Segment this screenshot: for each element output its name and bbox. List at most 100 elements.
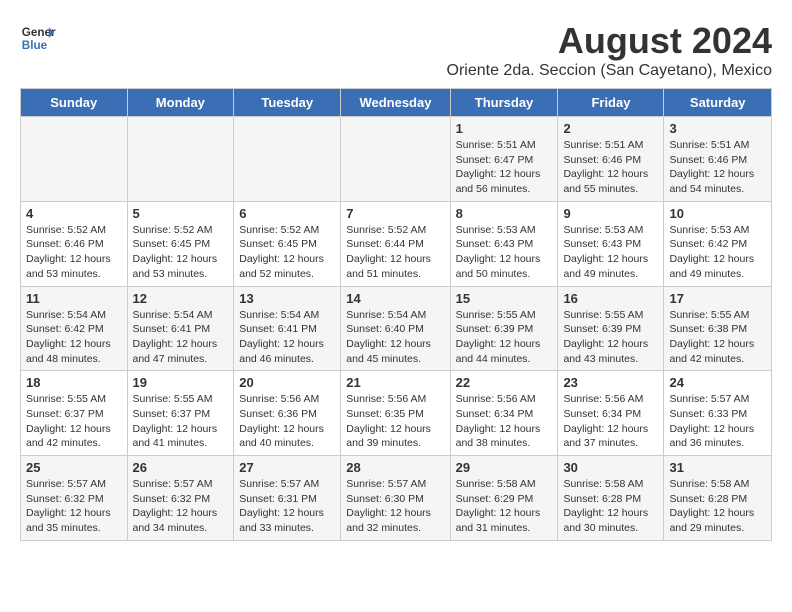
- day-info: Sunrise: 5:53 AMSunset: 6:43 PMDaylight:…: [563, 223, 658, 282]
- svg-text:Blue: Blue: [22, 39, 48, 52]
- day-number: 3: [669, 121, 766, 136]
- day-number: 12: [133, 291, 229, 306]
- day-number: 25: [26, 460, 122, 475]
- header-day-saturday: Saturday: [664, 89, 772, 117]
- day-info: Sunrise: 5:54 AMSunset: 6:41 PMDaylight:…: [239, 308, 335, 367]
- calendar-cell: 24Sunrise: 5:57 AMSunset: 6:33 PMDayligh…: [664, 371, 772, 456]
- day-info: Sunrise: 5:57 AMSunset: 6:32 PMDaylight:…: [26, 477, 122, 536]
- page-subtitle: Oriente 2da. Seccion (San Cayetano), Mex…: [447, 62, 773, 80]
- day-number: 18: [26, 375, 122, 390]
- page-title: August 2024: [447, 20, 773, 62]
- calendar-cell: 14 Sunrise: 5:54 AMSunset: 6:40 PMDayligh…: [341, 286, 450, 371]
- day-info: Sunrise: 5:53 AMSunset: 6:43 PMDaylight:…: [456, 223, 553, 282]
- header-day-friday: Friday: [558, 89, 664, 117]
- calendar-cell: [21, 117, 128, 202]
- day-number: 22: [456, 375, 553, 390]
- calendar-week-row: 1Sunrise: 5:51 AMSunset: 6:47 PMDaylight…: [21, 117, 772, 202]
- logo-icon: General Blue: [20, 20, 56, 56]
- day-info: Sunrise: 5:54 AMSunset: 6:42 PMDaylight:…: [26, 308, 122, 367]
- day-info: Sunrise: 5:56 AMSunset: 6:34 PMDaylight:…: [563, 392, 658, 451]
- day-info: Sunrise: 5:58 AMSunset: 6:28 PMDaylight:…: [669, 477, 766, 536]
- calendar-week-row: 18 Sunrise: 5:55 AMSunset: 6:37 PMDayligh…: [21, 371, 772, 456]
- day-number: 13: [239, 291, 335, 306]
- day-info: Sunrise: 5:51 AMSunset: 6:46 PMDaylight:…: [563, 138, 658, 197]
- header-day-tuesday: Tuesday: [234, 89, 341, 117]
- calendar-cell: [127, 117, 234, 202]
- day-info: Sunrise: 5:56 AMSunset: 6:36 PMDaylight:…: [239, 392, 335, 451]
- calendar-cell: 17 Sunrise: 5:55 AMSunset: 6:38 PMDayligh…: [664, 286, 772, 371]
- calendar-cell: 10Sunrise: 5:53 AMSunset: 6:42 PMDayligh…: [664, 201, 772, 286]
- day-info: Sunrise: 5:57 AMSunset: 6:30 PMDaylight:…: [346, 477, 444, 536]
- day-number: 11: [26, 291, 122, 306]
- day-number: 9: [563, 206, 658, 221]
- day-number: 29: [456, 460, 553, 475]
- day-info: Sunrise: 5:51 AMSunset: 6:47 PMDaylight:…: [456, 138, 553, 197]
- header-day-sunday: Sunday: [21, 89, 128, 117]
- calendar-cell: 18Sunrise: 5:55 AMSunset: 6:37 PMDayligh…: [21, 371, 128, 456]
- calendar-week-row: 4 Sunrise: 5:52 AMSunset: 6:46 PMDaylight…: [21, 201, 772, 286]
- day-info: Sunrise: 5:55 AMSunset: 6:37 PMDaylight:…: [133, 392, 229, 451]
- calendar-week-row: 11 Sunrise: 5:54 AMSunset: 6:42 PMDayligh…: [21, 286, 772, 371]
- day-number: 28: [346, 460, 444, 475]
- day-info: Sunrise: 5:52 AMSunset: 6:45 PMDaylight:…: [133, 223, 229, 282]
- calendar-cell: 22 Sunrise: 5:56 AMSunset: 6:34 PMDayligh…: [450, 371, 558, 456]
- day-info: Sunrise: 5:51 AMSunset: 6:46 PMDaylight:…: [669, 138, 766, 197]
- day-info: Sunrise: 5:56 AMSunset: 6:35 PMDaylight:…: [346, 392, 444, 451]
- calendar-cell: 8 Sunrise: 5:53 AMSunset: 6:43 PMDaylight…: [450, 201, 558, 286]
- day-info: Sunrise: 5:53 AMSunset: 6:42 PMDaylight:…: [669, 223, 766, 282]
- calendar-cell: [234, 117, 341, 202]
- header-day-monday: Monday: [127, 89, 234, 117]
- day-number: 26: [133, 460, 229, 475]
- day-info: Sunrise: 5:55 AMSunset: 6:38 PMDaylight:…: [669, 308, 766, 367]
- calendar-cell: 30 Sunrise: 5:58 AMSunset: 6:28 PMDayligh…: [558, 456, 664, 541]
- calendar-cell: 21 Sunrise: 5:56 AMSunset: 6:35 PMDayligh…: [341, 371, 450, 456]
- calendar-cell: 2 Sunrise: 5:51 AMSunset: 6:46 PMDaylight…: [558, 117, 664, 202]
- day-info: Sunrise: 5:54 AMSunset: 6:40 PMDaylight:…: [346, 308, 444, 367]
- calendar-cell: 1Sunrise: 5:51 AMSunset: 6:47 PMDaylight…: [450, 117, 558, 202]
- title-area: August 2024 Oriente 2da. Seccion (San Ca…: [447, 20, 773, 80]
- day-number: 6: [239, 206, 335, 221]
- day-info: Sunrise: 5:57 AMSunset: 6:31 PMDaylight:…: [239, 477, 335, 536]
- calendar-header-row: SundayMondayTuesdayWednesdayThursdayFrid…: [21, 89, 772, 117]
- calendar-cell: 9 Sunrise: 5:53 AMSunset: 6:43 PMDaylight…: [558, 201, 664, 286]
- day-number: 27: [239, 460, 335, 475]
- day-number: 19: [133, 375, 229, 390]
- logo: General Blue: [20, 20, 56, 56]
- day-info: Sunrise: 5:57 AMSunset: 6:32 PMDaylight:…: [133, 477, 229, 536]
- day-number: 14: [346, 291, 444, 306]
- day-number: 8: [456, 206, 553, 221]
- day-number: 20: [239, 375, 335, 390]
- calendar-cell: 16Sunrise: 5:55 AMSunset: 6:39 PMDayligh…: [558, 286, 664, 371]
- calendar-cell: 20 Sunrise: 5:56 AMSunset: 6:36 PMDayligh…: [234, 371, 341, 456]
- day-number: 7: [346, 206, 444, 221]
- calendar-table: SundayMondayTuesdayWednesdayThursdayFrid…: [20, 88, 772, 541]
- day-info: Sunrise: 5:56 AMSunset: 6:34 PMDaylight:…: [456, 392, 553, 451]
- calendar-cell: 19 Sunrise: 5:55 AMSunset: 6:37 PMDayligh…: [127, 371, 234, 456]
- day-number: 17: [669, 291, 766, 306]
- day-number: 30: [563, 460, 658, 475]
- calendar-cell: 31 Sunrise: 5:58 AMSunset: 6:28 PMDayligh…: [664, 456, 772, 541]
- header-day-thursday: Thursday: [450, 89, 558, 117]
- calendar-cell: 11 Sunrise: 5:54 AMSunset: 6:42 PMDayligh…: [21, 286, 128, 371]
- calendar-cell: 15 Sunrise: 5:55 AMSunset: 6:39 PMDayligh…: [450, 286, 558, 371]
- calendar-week-row: 25 Sunrise: 5:57 AMSunset: 6:32 PMDayligh…: [21, 456, 772, 541]
- calendar-cell: 3 Sunrise: 5:51 AMSunset: 6:46 PMDaylight…: [664, 117, 772, 202]
- day-info: Sunrise: 5:55 AMSunset: 6:39 PMDaylight:…: [456, 308, 553, 367]
- day-info: Sunrise: 5:57 AMSunset: 6:33 PMDaylight:…: [669, 392, 766, 451]
- day-info: Sunrise: 5:58 AMSunset: 6:28 PMDaylight:…: [563, 477, 658, 536]
- day-number: 31: [669, 460, 766, 475]
- day-info: Sunrise: 5:52 AMSunset: 6:44 PMDaylight:…: [346, 223, 444, 282]
- day-number: 23: [563, 375, 658, 390]
- day-number: 15: [456, 291, 553, 306]
- calendar-cell: 4 Sunrise: 5:52 AMSunset: 6:46 PMDaylight…: [21, 201, 128, 286]
- day-info: Sunrise: 5:58 AMSunset: 6:29 PMDaylight:…: [456, 477, 553, 536]
- calendar-cell: 29 Sunrise: 5:58 AMSunset: 6:29 PMDayligh…: [450, 456, 558, 541]
- day-number: 4: [26, 206, 122, 221]
- calendar-cell: 6Sunrise: 5:52 AMSunset: 6:45 PMDaylight…: [234, 201, 341, 286]
- day-number: 21: [346, 375, 444, 390]
- calendar-cell: 23 Sunrise: 5:56 AMSunset: 6:34 PMDayligh…: [558, 371, 664, 456]
- day-info: Sunrise: 5:52 AMSunset: 6:46 PMDaylight:…: [26, 223, 122, 282]
- header: General Blue August 2024 Oriente 2da. Se…: [20, 20, 772, 80]
- day-number: 2: [563, 121, 658, 136]
- calendar-cell: 5Sunrise: 5:52 AMSunset: 6:45 PMDaylight…: [127, 201, 234, 286]
